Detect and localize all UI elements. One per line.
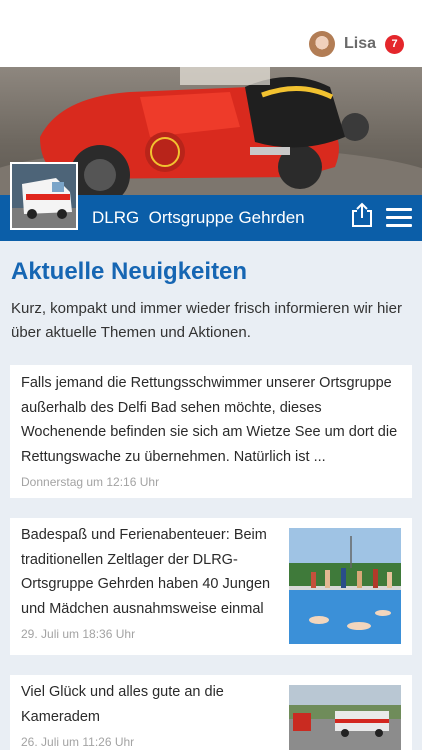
news-text: Falls jemand die Rettungsschwimmer unser… [21, 375, 398, 465]
news-card[interactable]: Viel Glück und alles gute an die Kamerad… [10, 675, 412, 750]
news-thumbnail[interactable] [289, 685, 401, 750]
section-intro: Kurz, kompakt und immer wieder frisch in… [11, 300, 402, 341]
username[interactable]: Lisa [344, 35, 376, 53]
news-card[interactable]: Badespaß und Ferienabenteuer: Beim tradi… [10, 518, 412, 655]
notification-badge[interactable]: 7 [385, 34, 404, 54]
section-title: Aktuelle Neuigkeiten [11, 258, 248, 285]
hamburger-menu-button[interactable] [386, 208, 412, 228]
share-button[interactable] [350, 202, 374, 228]
share-icon [352, 202, 372, 227]
top-bar: Lisa 7 [0, 0, 422, 67]
avatar[interactable] [308, 31, 335, 57]
news-thumbnail[interactable] [289, 528, 401, 644]
news-card[interactable]: Falls jemand die Rettungsschwimmer unser… [10, 365, 412, 498]
organization-logo[interactable] [10, 162, 78, 230]
organization-title: DLRG Ortsgruppe Gehrden [92, 208, 305, 227]
user-profile[interactable]: Lisa 7 [308, 30, 404, 58]
news-text: Viel Glück und alles gute an die Kamerad… [21, 684, 224, 725]
news-date: Donnerstag um 12:16 Uhr [21, 475, 160, 489]
news-text: Badespaß und Ferienabenteuer: Beim tradi… [21, 527, 271, 617]
